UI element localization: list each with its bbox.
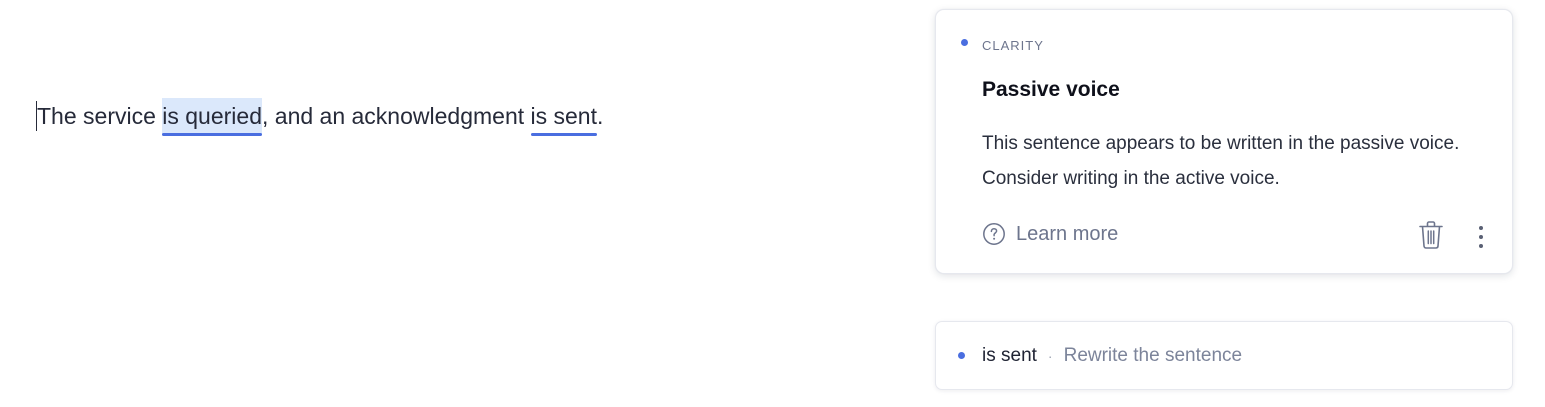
highlighted-phrase-is-sent[interactable]: is sent: [530, 98, 598, 136]
more-vertical-icon[interactable]: [1474, 224, 1488, 252]
sentence-text-start: The service: [37, 103, 163, 129]
suggestion-phrase: is sent: [982, 344, 1037, 366]
sentence-text-end: .: [597, 103, 604, 129]
suggestion-card[interactable]: CLARITY Passive voice This sentence appe…: [935, 9, 1513, 274]
editor-text[interactable]: The service is queried, and an acknowled…: [36, 98, 896, 138]
suggestion-title: Passive voice: [982, 78, 1120, 101]
highlighted-phrase-is-queried[interactable]: is queried: [162, 98, 262, 136]
category-dot: [961, 39, 968, 46]
question-circle-icon: [983, 223, 1005, 245]
sentence-text-middle: , and an acknowledgment: [262, 103, 531, 129]
separator-dot: ·: [1047, 347, 1053, 364]
trash-icon[interactable]: [1418, 220, 1444, 250]
category-dot: [958, 352, 965, 359]
suggestion-description: This sentence appears to be written in t…: [982, 133, 1460, 189]
suggestion-category: CLARITY: [982, 38, 1044, 53]
collapsed-suggestion-row[interactable]: is sent · Rewrite the sentence: [935, 321, 1513, 390]
learn-more-link[interactable]: Learn more: [982, 222, 1118, 246]
learn-more-label: Learn more: [1016, 222, 1119, 245]
suggestion-action: Rewrite the sentence: [1063, 344, 1243, 366]
